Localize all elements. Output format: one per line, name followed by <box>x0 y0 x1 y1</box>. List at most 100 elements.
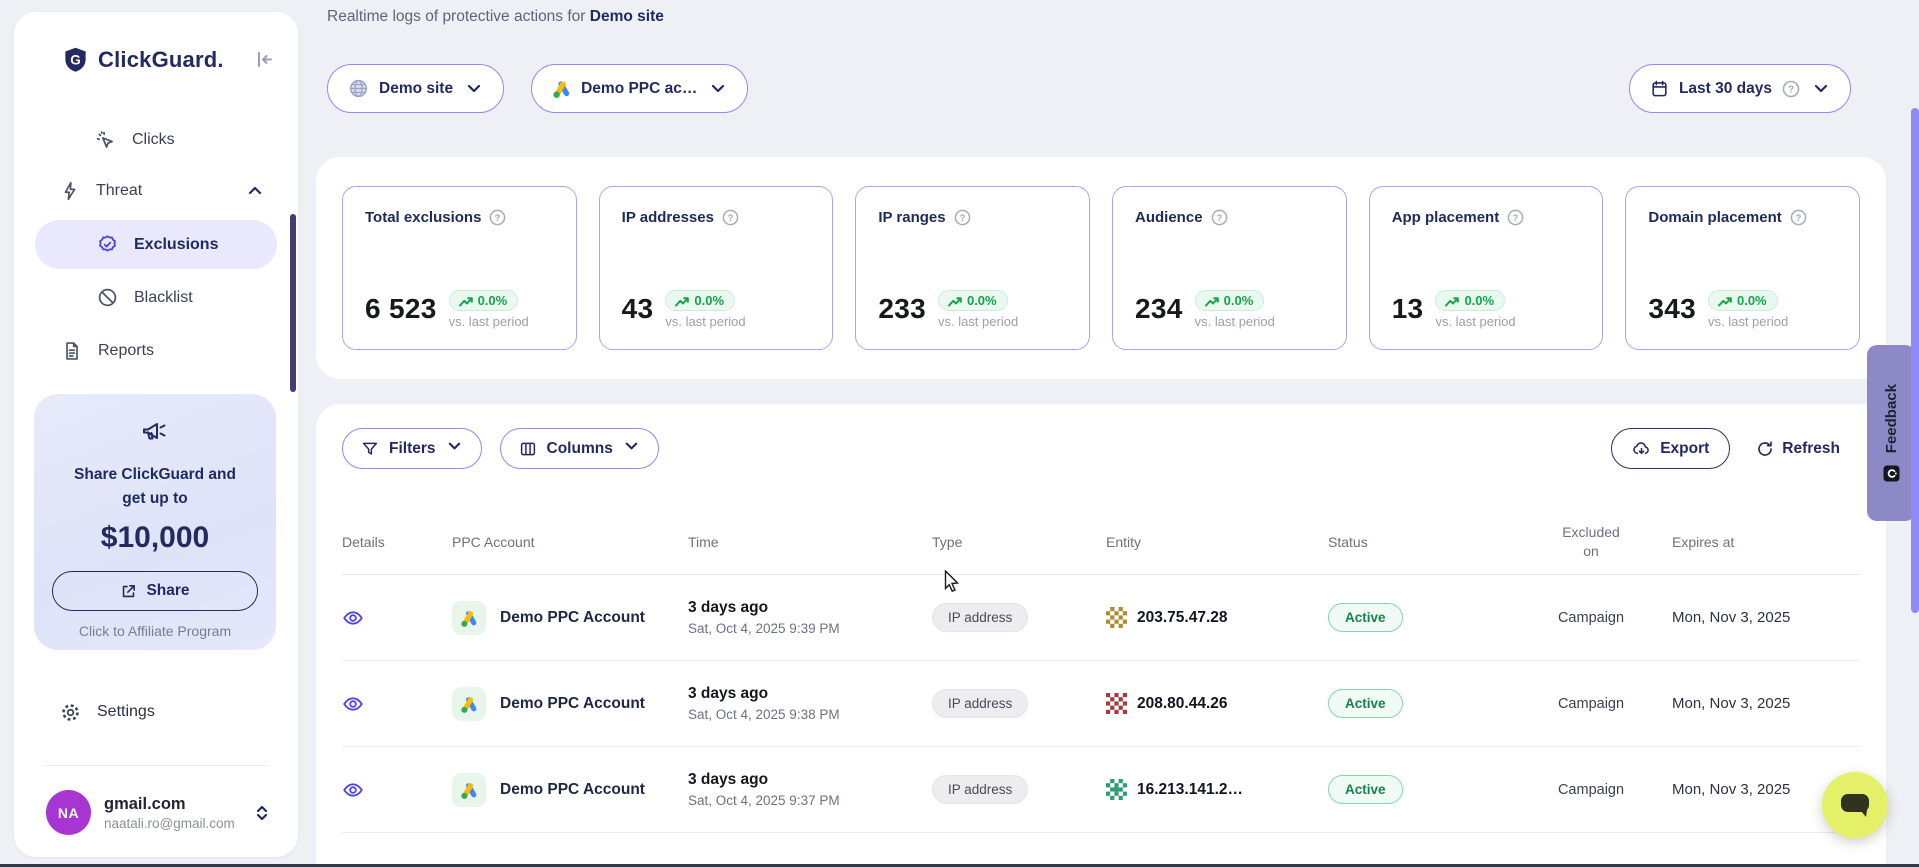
columns-button[interactable]: Columns <box>500 428 659 469</box>
share-button[interactable]: Share <box>52 571 258 611</box>
stat-delta-badge: 0.0% <box>1195 290 1265 311</box>
stat-value: 6 523 <box>365 295 437 329</box>
col-entity: Entity <box>1106 534 1328 550</box>
row-excluded-on: Campaign <box>1558 610 1624 626</box>
ppc-account-selector-value: Demo PPC ac… <box>581 80 697 98</box>
help-icon <box>1782 80 1800 98</box>
stat-caption: vs. last period <box>665 314 745 329</box>
affiliate-promo-card[interactable]: Share ClickGuard and get up to $10,000 S… <box>34 394 276 650</box>
sidebar-scrollbar[interactable] <box>290 214 296 392</box>
site-selector-value: Demo site <box>379 80 453 98</box>
google-ads-icon <box>452 601 486 635</box>
col-excluded-on: Excluded on <box>1555 523 1627 561</box>
stat-card-ip-ranges: IP ranges 233 0.0% vs. last period <box>855 186 1090 350</box>
row-type-badge: IP address <box>932 689 1028 718</box>
row-time-absolute: Sat, Oct 4, 2025 9:39 PM <box>688 621 932 636</box>
columns-icon <box>519 440 537 458</box>
stat-caption: vs. last period <box>449 314 529 329</box>
stat-caption: vs. last period <box>1195 314 1275 329</box>
stat-label: IP addresses <box>622 209 714 226</box>
stat-delta-badge: 0.0% <box>449 290 519 311</box>
refresh-icon <box>1756 440 1774 458</box>
sidebar-item-exclusions[interactable]: Exclusions <box>35 220 277 269</box>
row-status-badge: Active <box>1328 775 1403 804</box>
ppc-account-selector[interactable]: Demo PPC ac… <box>531 64 748 113</box>
row-type-badge: IP address <box>932 603 1028 632</box>
help-icon[interactable] <box>1507 209 1524 226</box>
trend-up-icon <box>1717 294 1732 308</box>
sidebar-item-clicks[interactable]: Clicks <box>14 115 298 165</box>
table-row[interactable]: 3 days ago <box>342 833 1860 867</box>
chevron-down-icon <box>465 80 483 98</box>
view-details-eye-icon[interactable] <box>342 779 364 801</box>
stat-card-app-placement: App placement 13 0.0% vs. last period <box>1369 186 1604 350</box>
filters-button[interactable]: Filters <box>342 428 482 469</box>
trend-up-icon <box>1204 294 1219 308</box>
ip-identicon <box>1106 779 1127 800</box>
row-expires-at: Mon, Nov 3, 2025 <box>1657 609 1860 626</box>
sidebar-item-threat[interactable]: Threat <box>14 166 298 216</box>
stat-label: App placement <box>1392 209 1500 226</box>
help-icon[interactable] <box>954 209 971 226</box>
sidebar-collapse-icon[interactable] <box>255 50 274 69</box>
stat-value: 13 <box>1392 295 1424 329</box>
help-icon[interactable] <box>1211 209 1228 226</box>
divider <box>44 765 268 766</box>
table-row[interactable]: Demo PPC Account 3 days agoSat, Oct 4, 2… <box>342 575 1860 661</box>
row-status-badge: Active <box>1328 603 1403 632</box>
calendar-icon <box>1650 79 1669 98</box>
row-time-relative: 3 days ago <box>688 599 932 617</box>
external-link-icon <box>120 583 137 600</box>
feedback-tab[interactable]: Feedback <box>1867 345 1915 521</box>
help-icon[interactable] <box>489 209 506 226</box>
table-row[interactable]: Demo PPC Account 3 days agoSat, Oct 4, 2… <box>342 661 1860 747</box>
sidebar-item-label: Exclusions <box>134 236 218 254</box>
sidebar-item-reports[interactable]: Reports <box>14 326 298 376</box>
stat-label: Audience <box>1135 209 1203 226</box>
date-range-value: Last 30 days <box>1679 80 1772 98</box>
page-title-site: Demo site <box>590 8 664 25</box>
sidebar-item-label: Reports <box>98 342 154 360</box>
site-selector[interactable]: Demo site <box>327 64 504 113</box>
row-entity: 16.213.141.2… <box>1137 781 1243 799</box>
row-excluded-on: Campaign <box>1558 696 1624 712</box>
row-time-absolute: Sat, Oct 4, 2025 9:37 PM <box>688 793 932 808</box>
page-title-prefix: Realtime logs of protective actions for <box>327 8 585 25</box>
col-type: Type <box>932 534 1106 550</box>
row-account: Demo PPC Account <box>500 695 645 713</box>
share-label: Share <box>146 582 189 600</box>
table-row[interactable]: Demo PPC Account 3 days agoSat, Oct 4, 2… <box>342 747 1860 833</box>
clickguard-logo-icon: G <box>62 46 89 73</box>
sidebar-item-label: Settings <box>97 703 155 721</box>
date-range-selector[interactable]: Last 30 days <box>1629 64 1851 113</box>
sidebar-item-blacklist[interactable]: Blacklist <box>35 273 277 322</box>
select-chevrons-icon <box>254 803 270 823</box>
sidebar-item-label: Blacklist <box>134 289 193 307</box>
chevron-up-icon[interactable] <box>246 182 264 200</box>
help-icon[interactable] <box>1790 209 1807 226</box>
sidebar-nav: Clicks Threat Exclusions B <box>14 115 298 376</box>
view-details-eye-icon[interactable] <box>342 607 364 629</box>
clickguard-dashboard: G ClickGuard. Clicks Threat <box>0 0 1919 867</box>
table-header: Details PPC Account Time Type Entity Sta… <box>342 509 1860 575</box>
sidebar-item-settings[interactable]: Settings <box>14 688 298 736</box>
google-ads-icon <box>552 79 571 98</box>
chat-launcher-button[interactable] <box>1822 772 1888 838</box>
chevron-down-icon <box>1812 80 1830 98</box>
chevron-down-icon <box>709 80 727 98</box>
view-details-eye-icon[interactable] <box>342 693 364 715</box>
account-switcher[interactable]: NA gmail.com naatali.ro@gmail.com <box>14 790 298 835</box>
refresh-button[interactable]: Refresh <box>1756 440 1860 458</box>
export-button[interactable]: Export <box>1611 428 1730 469</box>
promo-amount: $10,000 <box>101 521 209 555</box>
trend-up-icon <box>458 294 473 308</box>
stat-value: 234 <box>1135 295 1183 329</box>
user-meta: gmail.com naatali.ro@gmail.com <box>104 795 241 831</box>
col-status: Status <box>1328 534 1525 550</box>
row-time-relative: 3 days ago <box>688 685 932 703</box>
prohibit-icon <box>97 287 118 308</box>
page-scrollbar[interactable] <box>1911 108 1919 613</box>
user-name: gmail.com <box>104 795 241 814</box>
svg-text:G: G <box>70 52 81 67</box>
help-icon[interactable] <box>722 209 739 226</box>
